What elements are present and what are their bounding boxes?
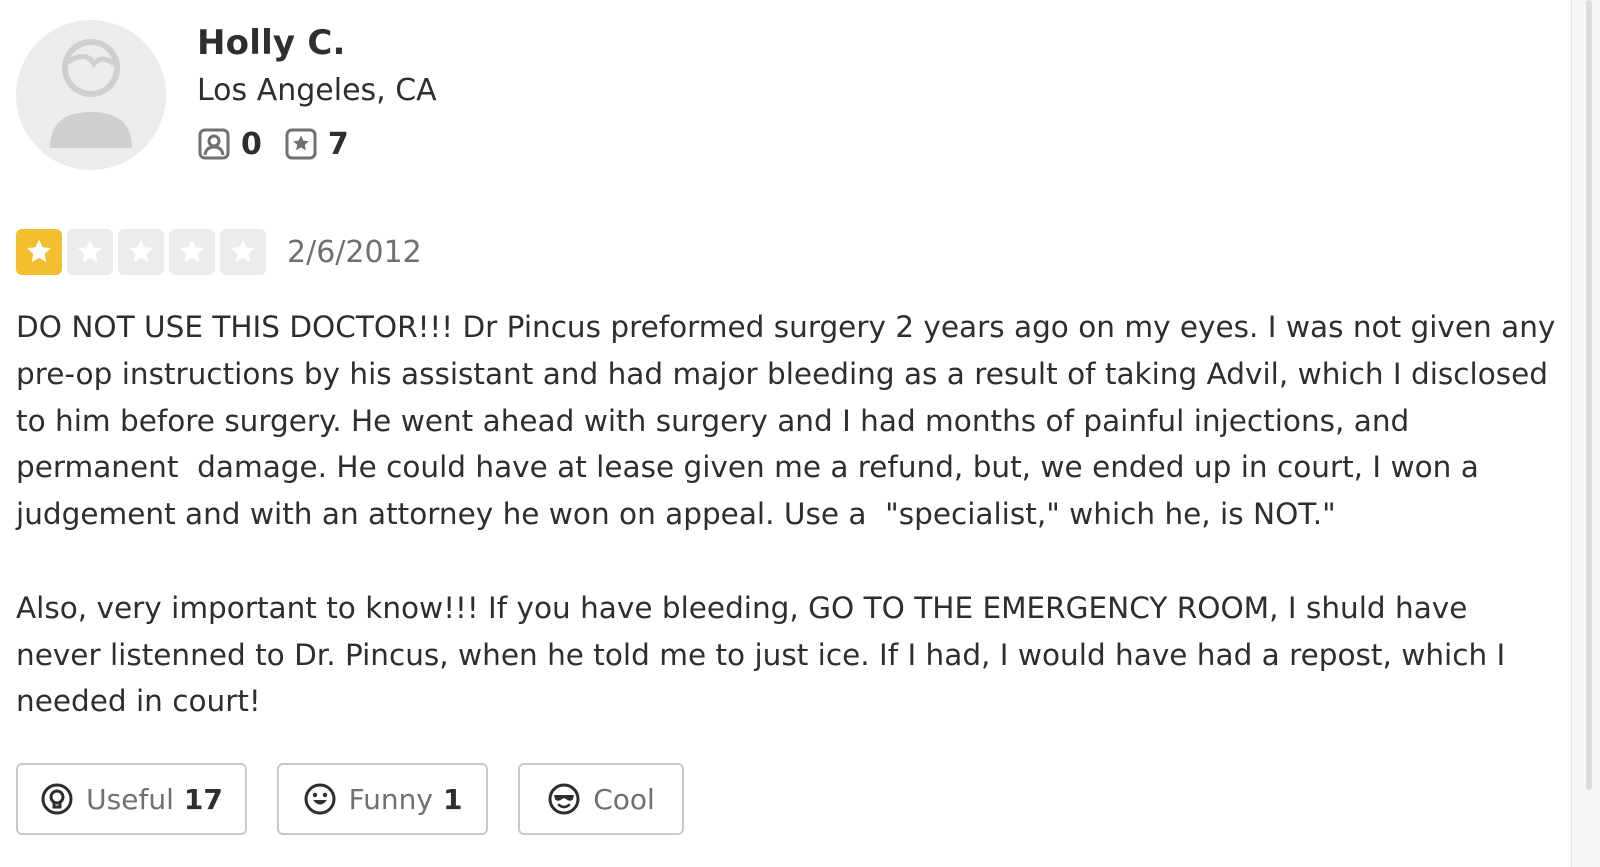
review-text: DO NOT USE THIS DOCTOR!!! Dr Pincus pref…	[16, 304, 1556, 725]
rating-row: 2/6/2012	[16, 229, 422, 275]
star-icon	[27, 239, 51, 263]
useful-button[interactable]: Useful 17	[16, 763, 247, 835]
star-empty	[220, 229, 266, 275]
star-empty	[67, 229, 113, 275]
smile-icon	[304, 783, 336, 815]
reviews-count: 7	[327, 126, 349, 162]
user-name[interactable]: Holly C.	[197, 20, 437, 66]
star-icon	[231, 239, 255, 263]
friends-stat: 0	[197, 127, 262, 162]
funny-label: Funny	[348, 782, 433, 816]
star-icon	[129, 239, 153, 263]
friends-icon	[198, 128, 230, 160]
useful-label: Useful	[86, 782, 174, 816]
user-location: Los Angeles, CA	[197, 73, 437, 108]
funny-count: 1	[442, 782, 463, 816]
scrollbar[interactable]	[1571, 0, 1600, 867]
star-empty	[169, 229, 215, 275]
star-icon	[78, 239, 102, 263]
star-icon	[180, 239, 204, 263]
default-avatar-icon	[50, 39, 132, 148]
sunglasses-icon	[548, 783, 580, 815]
review-date: 2/6/2012	[287, 234, 422, 270]
reaction-buttons: Useful 17 Funny 1 Cool	[16, 763, 714, 835]
friends-count: 0	[241, 126, 262, 162]
review-star-icon	[285, 128, 317, 160]
review-paragraph: DO NOT USE THIS DOCTOR!!! Dr Pincus pref…	[16, 310, 1565, 532]
funny-button[interactable]: Funny 1	[277, 763, 488, 835]
star-rating	[16, 229, 271, 275]
reviews-stat: 7	[284, 127, 349, 162]
review-paragraph: Also, very important to know!!! If you h…	[16, 590, 1515, 719]
user-stats: 0 7	[197, 122, 437, 166]
scrollbar-thumb[interactable]	[1586, 0, 1592, 790]
useful-count: 17	[183, 782, 223, 816]
user-info: Holly C. Los Angeles, CA 0 7	[197, 20, 437, 166]
avatar[interactable]	[16, 20, 166, 170]
lightbulb-icon	[41, 783, 73, 815]
star-empty	[118, 229, 164, 275]
cool-label: Cool	[593, 782, 655, 816]
star-filled	[16, 229, 62, 275]
cool-button[interactable]: Cool	[518, 763, 684, 835]
